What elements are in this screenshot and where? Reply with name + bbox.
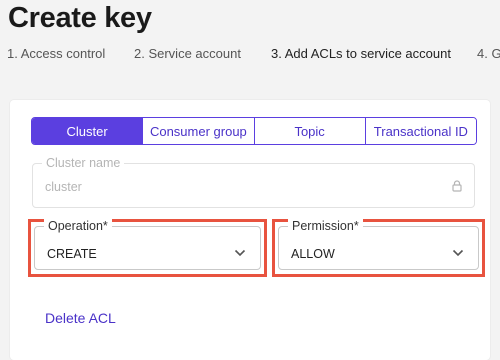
tab-cluster[interactable]: Cluster [32, 118, 143, 144]
cluster-name-label: Cluster name [42, 156, 125, 170]
page-title: Create key [8, 2, 152, 34]
step-service-account[interactable]: 2. Service account [134, 46, 241, 61]
step-add-acls[interactable]: 3. Add ACLs to service account [271, 46, 451, 61]
operation-label: Operation* [44, 219, 112, 233]
permission-select[interactable]: Permission* ALLOW [278, 219, 479, 270]
tab-topic[interactable]: Topic [253, 118, 365, 144]
tab-transactional-id[interactable]: Transactional ID [364, 118, 476, 144]
operation-value: CREATE [47, 247, 97, 261]
delete-acl-button[interactable]: Delete ACL [45, 310, 116, 326]
step-4[interactable]: 4. G [477, 46, 500, 61]
cluster-name-field: Cluster name cluster [32, 156, 475, 208]
cluster-name-placeholder: cluster [45, 180, 82, 194]
operation-select[interactable]: Operation* CREATE [34, 219, 261, 270]
chevron-down-icon [452, 249, 464, 257]
tab-consumer-group[interactable]: Consumer group [142, 118, 254, 144]
chevron-down-icon [234, 249, 246, 257]
resource-type-tabs: Cluster Consumer group Topic Transaction… [31, 117, 477, 145]
step-access-control[interactable]: 1. Access control [7, 46, 105, 61]
lock-icon [452, 180, 462, 192]
permission-value: ALLOW [291, 247, 335, 261]
permission-label: Permission* [288, 219, 363, 233]
